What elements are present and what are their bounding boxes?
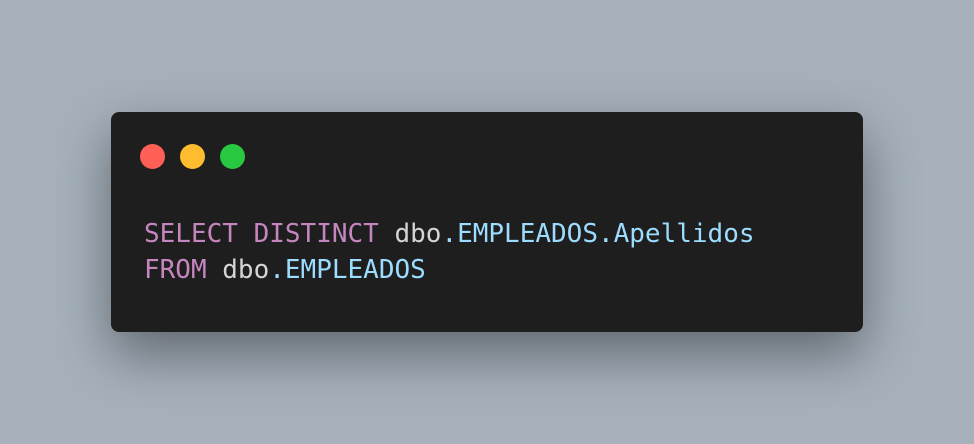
- code-block: SELECT DISTINCT dbo.EMPLEADOS.Apellidos F…: [144, 216, 755, 288]
- sql-keyword-select: SELECT: [144, 219, 238, 249]
- page-background: { "window": { "controls": [ { "name": "c…: [0, 0, 974, 444]
- code-window: SELECT DISTINCT dbo.EMPLEADOS.Apellidos F…: [111, 112, 863, 332]
- table-reference: .EMPLEADOS: [269, 255, 426, 285]
- code-line: SELECT DISTINCT dbo.EMPLEADOS.Apellidos: [144, 216, 755, 252]
- sql-keyword-from: FROM: [144, 255, 207, 285]
- window-controls: [140, 144, 260, 169]
- zoom-window-icon[interactable]: [220, 144, 245, 169]
- sql-keyword-distinct: DISTINCT: [253, 219, 379, 249]
- schema-name: dbo: [378, 219, 442, 249]
- schema-name: dbo: [206, 255, 270, 285]
- column-reference: .EMPLEADOS.Apellidos: [441, 219, 755, 249]
- code-line: FROM dbo.EMPLEADOS: [144, 252, 755, 288]
- minimize-window-icon[interactable]: [180, 144, 205, 169]
- close-window-icon[interactable]: [140, 144, 165, 169]
